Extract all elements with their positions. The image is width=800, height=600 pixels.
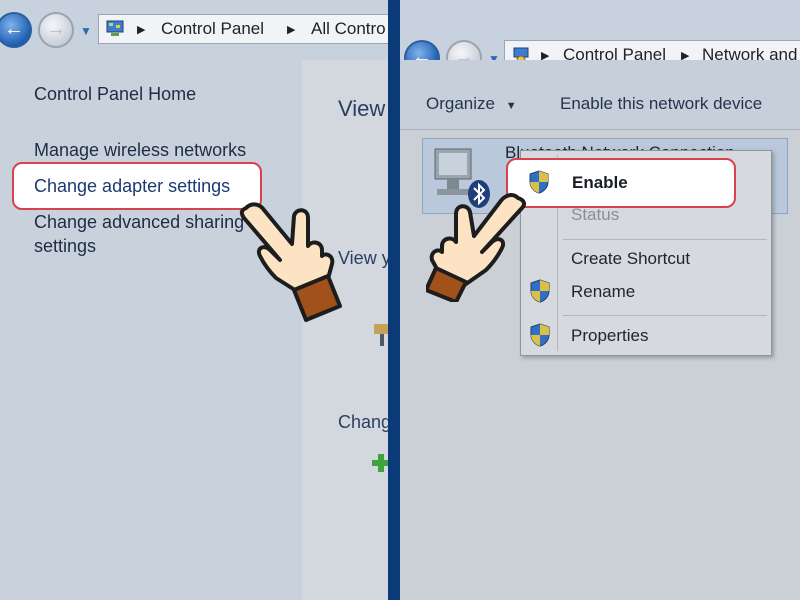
control-panel-icon (106, 20, 124, 36)
command-toolbar: Organize ▼ Enable this network device (400, 60, 800, 130)
history-dropdown-icon[interactable]: ▼ (80, 24, 92, 38)
breadcrumb-all-control-panel[interactable]: All Contro (311, 19, 386, 39)
sidebar-item-manage-wireless[interactable]: Manage wireless networks (34, 140, 246, 161)
content-heading: View (338, 96, 386, 121)
menu-item-create-shortcut[interactable]: Create Shortcut (571, 249, 690, 269)
breadcrumb-separator-icon: ▶ (287, 24, 296, 36)
menu-item-properties[interactable]: Properties (571, 326, 648, 346)
panel-divider (388, 0, 400, 600)
shield-icon (529, 170, 549, 194)
add-connection-icon (372, 454, 388, 472)
forward-arrow-icon[interactable]: → (38, 12, 74, 48)
enable-network-device-button[interactable]: Enable this network device (560, 94, 762, 114)
left-screenshot-panel: ← → ▼ ▶ Control Panel ▶ All Contro View … (0, 0, 388, 600)
highlight-enable: Enable (506, 158, 736, 208)
organize-label: Organize (426, 94, 495, 113)
left-address-row: ← → ▼ ▶ Control Panel ▶ All Contro (0, 0, 388, 60)
menu-item-status[interactable]: Status (571, 205, 619, 225)
right-address-row: ← → ▼ ▶ Control Panel ▶ Network and (400, 0, 800, 76)
menu-item-enable[interactable]: Enable (572, 173, 628, 193)
pointing-hand-icon (426, 193, 526, 302)
breadcrumb-separator-icon: ▶ (137, 24, 146, 36)
menu-separator (563, 315, 767, 316)
left-content-area: View View y Chang (302, 60, 388, 600)
back-arrow-icon[interactable]: ← (0, 12, 32, 48)
sidebar-item-change-adapter[interactable]: Change adapter settings (34, 176, 230, 197)
sidebar-item-advanced-sharing-cont[interactable]: settings (34, 236, 96, 257)
shield-icon (530, 279, 550, 303)
organize-menu[interactable]: Organize ▼ (426, 94, 517, 114)
shield-icon (530, 323, 550, 347)
sidebar-item-advanced-sharing[interactable]: Change advanced sharing (34, 212, 244, 233)
network-icon (374, 324, 388, 346)
chevron-down-icon: ▼ (505, 100, 517, 112)
sidebar-item-control-panel-home[interactable]: Control Panel Home (34, 84, 196, 105)
breadcrumb-control-panel[interactable]: Control Panel (161, 19, 264, 39)
content-change-text: Chang (338, 412, 388, 432)
menu-item-rename[interactable]: Rename (571, 282, 635, 302)
pointing-hand-icon (239, 202, 342, 322)
menu-separator (563, 239, 767, 240)
left-address-bar[interactable]: ▶ Control Panel ▶ All Contro (98, 14, 388, 44)
